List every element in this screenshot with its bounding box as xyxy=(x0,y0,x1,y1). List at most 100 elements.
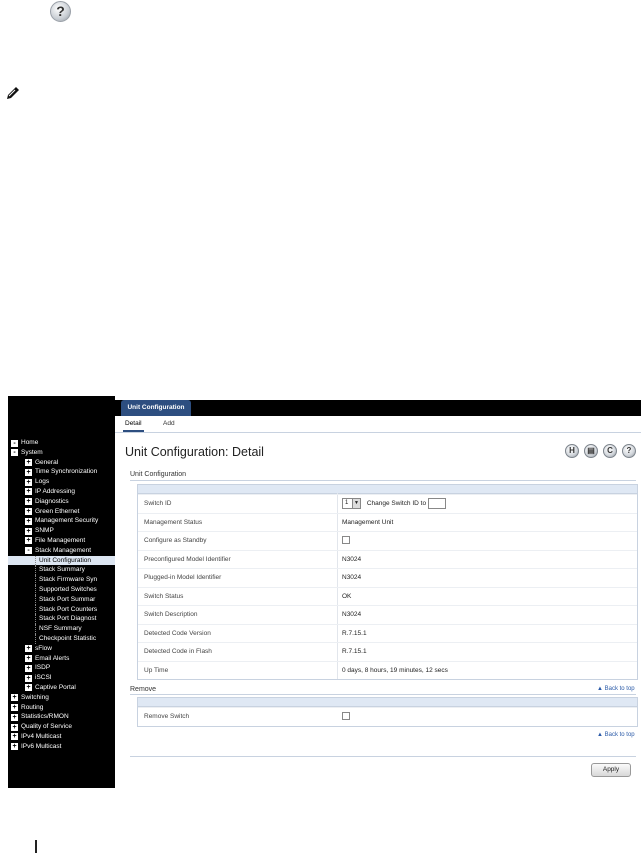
row-value: R.7.15.1 xyxy=(342,648,367,655)
expand-icon[interactable]: + xyxy=(11,704,18,712)
sidebar-item[interactable]: Stack Firmware Syn xyxy=(8,575,115,585)
sidebar-item[interactable]: + IPv4 Multicast xyxy=(8,732,115,742)
change-switch-id-input[interactable] xyxy=(427,497,446,509)
sidebar-item[interactable]: + IP Addressing xyxy=(8,487,115,497)
row-label: Switch Description xyxy=(144,611,198,618)
sidebar-item[interactable]: Supported Switches xyxy=(8,584,115,595)
sidebar-item[interactable]: + Logs xyxy=(8,477,115,487)
collapse-icon[interactable]: - xyxy=(11,439,18,447)
sidebar-item[interactable]: Stack Port Summar xyxy=(8,594,115,605)
row-configure-as-standby: Configure as Standby xyxy=(138,531,637,550)
expand-icon[interactable]: + xyxy=(25,645,32,653)
sidebar-item[interactable]: + iSCSI xyxy=(8,673,115,683)
expand-icon[interactable]: + xyxy=(11,743,18,751)
expand-icon[interactable]: + xyxy=(25,459,32,467)
row-value: R.7.15.1 xyxy=(342,629,367,637)
sidebar-item[interactable]: + Routing xyxy=(8,703,115,713)
remove-table: Remove Switch xyxy=(137,697,638,727)
expand-icon[interactable]: + xyxy=(11,713,18,721)
page-title: Unit Configuration: Detail xyxy=(125,445,264,459)
configure-as-standby-checkbox[interactable] xyxy=(342,536,350,545)
apply-button[interactable]: Apply xyxy=(591,763,631,777)
expand-icon[interactable]: + xyxy=(25,537,32,545)
sidebar-item[interactable]: + File Management xyxy=(8,536,115,546)
sidebar-item[interactable]: Checkpoint Statistic xyxy=(8,633,115,644)
sidebar-item[interactable]: + Management Security xyxy=(8,516,115,526)
sidebar-item[interactable]: - Stack Management xyxy=(8,546,115,556)
expand-icon[interactable]: + xyxy=(11,733,18,741)
sidebar-item[interactable]: + Time Synchronization xyxy=(8,467,115,477)
sidebar-item-label: Checkpoint Statistic xyxy=(39,634,97,642)
sidebar-item[interactable]: - Home xyxy=(8,438,115,448)
row-label: Switch Status xyxy=(144,592,184,600)
nav-tree: - Home - System + General + Time Synchronizatio… xyxy=(8,438,115,752)
expand-icon[interactable]: + xyxy=(11,723,18,731)
row-label: Up Time xyxy=(144,666,169,674)
row-detected-code-version: Detected Code Version R.7.15.1 xyxy=(138,623,637,643)
sidebar-item[interactable]: + General xyxy=(8,458,115,468)
save-icon[interactable]: H xyxy=(565,444,579,458)
expand-icon[interactable]: + xyxy=(25,468,32,476)
subtab-detail[interactable]: Detail xyxy=(123,416,144,432)
sidebar-item-label: Diagnostics xyxy=(35,497,69,505)
sidebar-item[interactable]: + ISDP xyxy=(8,663,115,673)
sidebar-item-label: IPv4 Multicast xyxy=(21,732,62,740)
expand-icon[interactable]: + xyxy=(25,488,32,496)
expand-icon[interactable]: + xyxy=(25,684,32,692)
expand-icon[interactable]: + xyxy=(25,478,32,486)
sidebar-item[interactable]: + sFlow xyxy=(8,644,115,654)
chevron-down-icon: ▼ xyxy=(352,498,360,508)
help-icon[interactable]: ? xyxy=(622,444,636,458)
sidebar-item[interactable]: Stack Port Diagnost xyxy=(8,614,115,625)
sidebar-item[interactable]: + SNMP xyxy=(8,526,115,536)
unit-configuration-section-title: Unit Configuration xyxy=(130,471,187,478)
row-value: N3024 xyxy=(342,611,362,618)
expand-icon[interactable]: + xyxy=(25,664,32,672)
sidebar-item-label: SNMP xyxy=(35,527,54,535)
sidebar-item[interactable]: + Diagnostics xyxy=(8,497,115,507)
sidebar-item[interactable]: - System xyxy=(8,448,115,458)
sidebar-item[interactable]: + Statistics/RMON xyxy=(8,712,115,722)
print-icon[interactable]: ▤ xyxy=(584,444,598,458)
ui-screenshot: - Home - System + General + Time Synchronizatio… xyxy=(8,396,641,788)
back-to-top-link[interactable]: ▲ Back to top xyxy=(597,686,635,692)
tab-unit-configuration[interactable]: Unit Configuration xyxy=(121,400,191,416)
expand-icon[interactable]: + xyxy=(25,498,32,506)
sidebar-item-label: General xyxy=(35,458,59,466)
sidebar-item[interactable]: + IPv6 Multicast xyxy=(8,742,115,752)
table-header xyxy=(138,698,637,707)
switch-id-select[interactable]: 1 ▼ xyxy=(342,497,361,509)
row-detected-code-in-flash: Detected Code in Flash R.7.15.1 xyxy=(138,642,637,661)
tab-bar xyxy=(115,400,641,416)
expand-icon[interactable]: + xyxy=(25,517,32,525)
collapse-icon[interactable]: - xyxy=(25,547,32,555)
sidebar-item[interactable]: NSF Summary xyxy=(8,624,115,634)
sidebar-item[interactable]: Unit Configuration xyxy=(8,555,115,566)
sidebar-item[interactable]: + Email Alerts xyxy=(8,654,115,664)
expand-icon[interactable]: + xyxy=(25,527,32,535)
row-label: Detected Code in Flash xyxy=(144,648,212,655)
expand-icon[interactable]: + xyxy=(25,674,32,682)
sidebar-item-label: Logs xyxy=(35,478,50,486)
sidebar-item-label: Stack Summary xyxy=(39,566,85,574)
sidebar-item[interactable]: + Captive Portal xyxy=(8,683,115,693)
sidebar-item-label: Time Synchronization xyxy=(35,468,98,476)
row-value: N3024 xyxy=(342,574,362,581)
unit-configuration-table: Switch ID 1 ▼ Change Switch ID to Manage… xyxy=(137,484,638,680)
sidebar-item[interactable]: + Quality of Service xyxy=(8,722,115,732)
collapse-icon[interactable]: - xyxy=(11,449,18,457)
expand-icon[interactable]: + xyxy=(25,508,32,516)
expand-icon[interactable]: + xyxy=(11,694,18,702)
expand-icon[interactable]: + xyxy=(25,655,32,663)
remove-switch-checkbox[interactable] xyxy=(342,712,350,721)
refresh-icon[interactable]: C xyxy=(603,444,617,458)
sidebar-item[interactable]: Stack Port Counters xyxy=(8,604,115,615)
sidebar-item[interactable]: Stack Summary xyxy=(8,565,115,576)
back-to-top-link[interactable]: ▲ Back to top xyxy=(597,732,635,738)
sidebar-item[interactable]: + Green Ethernet xyxy=(8,507,115,517)
tree-connector xyxy=(35,624,36,634)
note-pencil-icon xyxy=(4,86,22,102)
row-plugged-in-model: Plugged-in Model Identifier N3024 xyxy=(138,568,637,587)
sidebar-item[interactable]: + Switching xyxy=(8,693,115,703)
subtab-add[interactable]: Add xyxy=(163,416,175,432)
